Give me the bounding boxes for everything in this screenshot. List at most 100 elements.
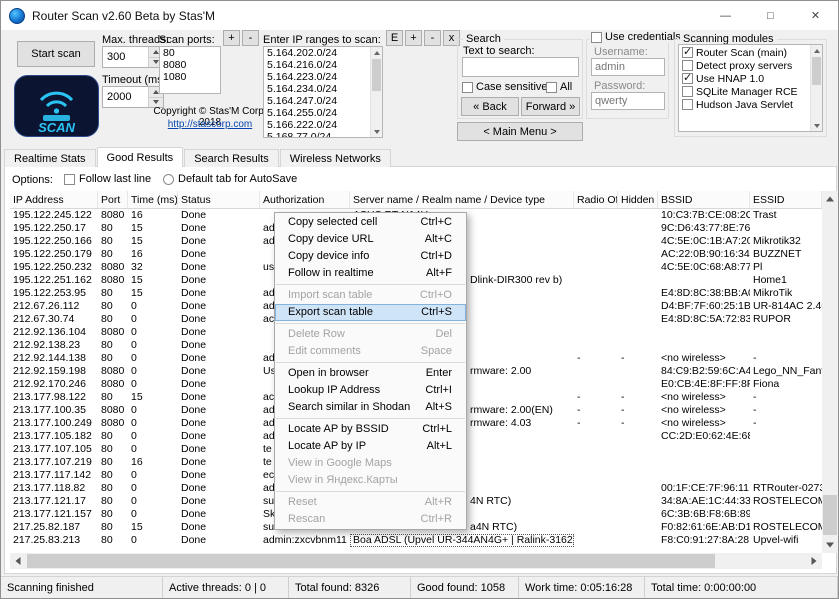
case-sensitive-checkbox[interactable] (462, 82, 473, 93)
max-threads-spinner[interactable]: 300 (102, 46, 164, 68)
tab-wireless-networks[interactable]: Wireless Networks (280, 149, 391, 167)
menu-item[interactable]: Delete RowDel (275, 326, 466, 343)
main-menu-button[interactable]: < Main Menu > (457, 122, 583, 141)
remove-port-button[interactable]: - (242, 30, 259, 46)
column-header[interactable]: BSSID (658, 191, 750, 208)
username-input[interactable] (591, 58, 665, 76)
module-item[interactable]: SQLite Manager RCE (680, 85, 809, 98)
ip-ranges-scrollbar[interactable] (370, 47, 382, 137)
module-checkbox[interactable] (682, 86, 693, 97)
menu-item[interactable]: Export scan tableCtrl+S (275, 304, 466, 321)
ip-range-item[interactable]: 5.166.222.0/24 (264, 119, 370, 131)
maximize-icon[interactable]: □ (748, 1, 793, 30)
menu-item[interactable]: Follow in realtimeAlt+F (275, 265, 466, 282)
column-header[interactable]: Status (178, 191, 260, 208)
menu-item[interactable]: Search similar in ShodanAlt+S (275, 399, 466, 416)
module-item[interactable]: Detect proxy servers (680, 59, 809, 72)
column-header[interactable]: IP Address (10, 191, 98, 208)
scroll-down-icon[interactable] (822, 537, 838, 553)
website-link[interactable]: http://stascorp.com (147, 119, 273, 130)
add-port-button[interactable]: + (223, 30, 240, 46)
ip-range-item[interactable]: 5.164.202.0/24 (264, 47, 370, 59)
port-list-item[interactable]: 8080 (160, 59, 220, 71)
menu-item[interactable]: View in Google Maps (275, 455, 466, 472)
ip-range-item[interactable]: 5.168.77.0/24 (264, 131, 370, 137)
menu-item[interactable]: Locate AP by BSSIDCtrl+L (275, 421, 466, 438)
scroll-thumb[interactable] (823, 495, 837, 535)
column-header[interactable]: Time (ms) (128, 191, 178, 208)
module-item[interactable]: Hudson Java Servlet (680, 98, 809, 111)
module-checkbox[interactable] (682, 60, 693, 71)
remove-ip-range-button[interactable]: - (424, 30, 441, 46)
scroll-thumb[interactable] (812, 57, 821, 85)
scroll-up-icon[interactable] (371, 47, 382, 58)
modules-scrollbar[interactable] (810, 45, 822, 131)
menu-item[interactable]: Open in browserEnter (275, 365, 466, 382)
menu-item[interactable]: Import scan tableCtrl+O (275, 287, 466, 304)
module-item[interactable]: Router Scan (main) (680, 46, 809, 59)
scroll-down-icon[interactable] (811, 120, 822, 131)
close-icon[interactable]: ✕ (793, 1, 838, 30)
scroll-up-icon[interactable] (822, 191, 838, 207)
ip-ranges-list[interactable]: 5.164.202.0/245.164.216.0/245.164.223.0/… (263, 46, 383, 138)
module-checkbox[interactable] (682, 73, 693, 84)
table-cell: Done (178, 313, 260, 326)
horizontal-scrollbar[interactable] (10, 553, 822, 569)
timeout-spinner[interactable]: 2000 (102, 86, 164, 108)
scroll-left-icon[interactable] (10, 553, 26, 569)
menu-item[interactable]: Lookup IP AddressCtrl+I (275, 382, 466, 399)
modules-list[interactable]: Router Scan (main)Detect proxy serversUs… (678, 44, 823, 132)
ip-range-item[interactable]: 5.164.247.0/24 (264, 95, 370, 107)
port-list-item[interactable]: 80 (160, 47, 220, 59)
menu-item[interactable]: ResetAlt+R (275, 494, 466, 511)
column-header[interactable]: ESSID (750, 191, 822, 208)
menu-item[interactable]: RescanCtrl+R (275, 511, 466, 528)
ip-range-item[interactable]: 5.164.223.0/24 (264, 71, 370, 83)
menu-item[interactable]: Copy selected cellCtrl+C (275, 214, 466, 231)
column-header[interactable]: Authorization (260, 191, 350, 208)
menu-item[interactable]: Copy device infoCtrl+D (275, 248, 466, 265)
menu-item[interactable]: Edit commentsSpace (275, 343, 466, 360)
scroll-down-icon[interactable] (371, 126, 382, 137)
search-forward-button[interactable]: Forward » (521, 97, 580, 116)
tab-realtime-stats[interactable]: Realtime Stats (4, 149, 96, 167)
minimize-icon[interactable]: — (703, 1, 748, 30)
ip-range-item[interactable]: 5.164.216.0/24 (264, 59, 370, 71)
edit-ip-ranges-button[interactable]: E (386, 30, 403, 46)
search-all-checkbox[interactable] (546, 82, 557, 93)
username-label: Username: (594, 46, 648, 58)
default-tab-autosave-radio[interactable] (163, 174, 174, 185)
port-list-item[interactable]: 1080 (160, 71, 220, 83)
menu-item[interactable]: Locate AP by IPAlt+L (275, 438, 466, 455)
scroll-up-icon[interactable] (811, 45, 822, 56)
ip-range-item[interactable]: 5.164.255.0/24 (264, 107, 370, 119)
column-header[interactable]: Radio Off (574, 191, 618, 208)
add-ip-range-button[interactable]: + (405, 30, 422, 46)
scroll-right-icon[interactable] (806, 553, 822, 569)
tab-good-results[interactable]: Good Results (97, 147, 184, 167)
scroll-thumb[interactable] (372, 59, 381, 91)
ip-range-item[interactable]: 5.164.234.0/24 (264, 83, 370, 95)
search-input[interactable] (462, 57, 579, 77)
module-item[interactable]: Use HNAP 1.0 (680, 72, 809, 85)
table-cell: 80 (98, 521, 128, 534)
column-header[interactable]: Hidden (618, 191, 658, 208)
search-back-button[interactable]: « Back (461, 97, 519, 116)
table-cell: <no wireless> (658, 352, 750, 365)
column-header[interactable]: Server name / Realm name / Device type (350, 191, 574, 208)
vertical-scrollbar[interactable] (822, 191, 838, 553)
start-scan-button[interactable]: Start scan (17, 41, 95, 67)
use-credentials-checkbox[interactable] (591, 32, 602, 43)
scroll-thumb[interactable] (27, 554, 715, 568)
module-checkbox[interactable] (682, 99, 693, 110)
module-checkbox[interactable] (682, 47, 693, 58)
table-row[interactable]: 217.25.83.213800Doneadmin:zxcvbnm11Boa A… (10, 534, 822, 547)
ports-list[interactable]: 8080801080 (159, 46, 221, 94)
tab-search-results[interactable]: Search Results (184, 149, 279, 167)
password-input[interactable] (591, 92, 665, 110)
column-header[interactable]: Port (98, 191, 128, 208)
menu-item[interactable]: Copy device URLAlt+C (275, 231, 466, 248)
credentials-group: Use credentials Username: Password: (586, 39, 669, 119)
follow-last-line-checkbox[interactable] (64, 174, 75, 185)
menu-item[interactable]: View in Яндекс.Карты (275, 472, 466, 489)
